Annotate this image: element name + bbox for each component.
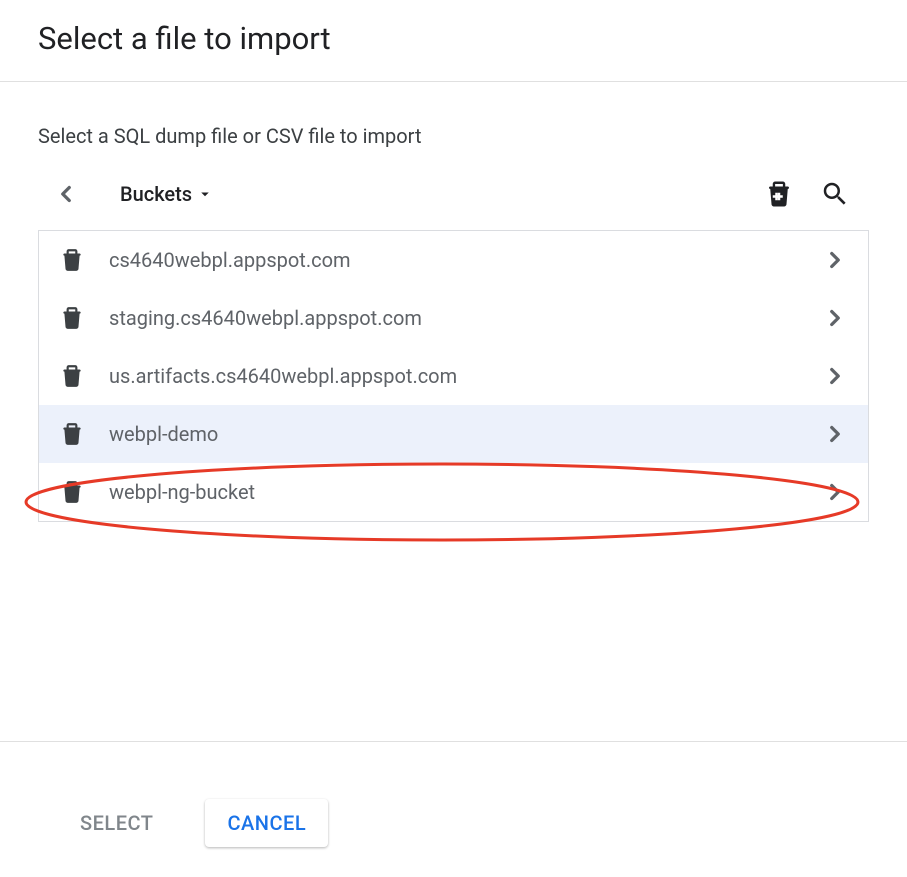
chevron-right-icon (822, 479, 848, 505)
chevron-right-icon (822, 363, 848, 389)
footer-divider (0, 741, 907, 742)
bucket-icon (59, 421, 85, 447)
bucket-row[interactable]: staging.cs4640webpl.appspot.com (39, 289, 868, 347)
dialog-subtitle: Select a SQL dump file or CSV file to im… (38, 124, 869, 148)
chevron-right-icon (822, 247, 848, 273)
bucket-add-icon (764, 179, 794, 209)
bucket-icon (59, 247, 85, 273)
bucket-name: us.artifacts.cs4640webpl.appspot.com (109, 364, 822, 388)
bucket-row[interactable]: us.artifacts.cs4640webpl.appspot.com (39, 347, 868, 405)
bucket-name: webpl-demo (109, 422, 822, 446)
dialog-title: Select a file to import (38, 20, 869, 57)
back-button[interactable] (48, 176, 84, 212)
cancel-button[interactable]: CANCEL (205, 799, 328, 847)
bucket-icon (59, 479, 85, 505)
breadcrumb-dropdown[interactable]: Buckets (110, 176, 224, 212)
dialog-footer: SELECT CANCEL (0, 799, 907, 847)
chevron-right-icon (822, 421, 848, 447)
select-button[interactable]: SELECT (58, 799, 175, 847)
bucket-icon (59, 363, 85, 389)
chevron-right-icon (822, 305, 848, 331)
bucket-name: webpl-ng-bucket (109, 480, 822, 504)
bucket-row[interactable]: webpl-demo (39, 405, 868, 463)
breadcrumb-label: Buckets (120, 182, 192, 206)
bucket-name: cs4640webpl.appspot.com (109, 248, 822, 272)
bucket-name: staging.cs4640webpl.appspot.com (109, 306, 822, 330)
bucket-row[interactable]: cs4640webpl.appspot.com (39, 231, 868, 289)
search-button[interactable] (811, 170, 859, 218)
chevron-left-icon (53, 181, 79, 207)
bucket-list: cs4640webpl.appspot.com staging.cs4640web… (38, 230, 869, 522)
browser-toolbar: Buckets (38, 164, 869, 228)
dropdown-arrow-icon (196, 185, 214, 203)
search-icon (820, 179, 850, 209)
bucket-icon (59, 305, 85, 331)
bucket-row[interactable]: webpl-ng-bucket (39, 463, 868, 521)
add-bucket-button[interactable] (755, 170, 803, 218)
